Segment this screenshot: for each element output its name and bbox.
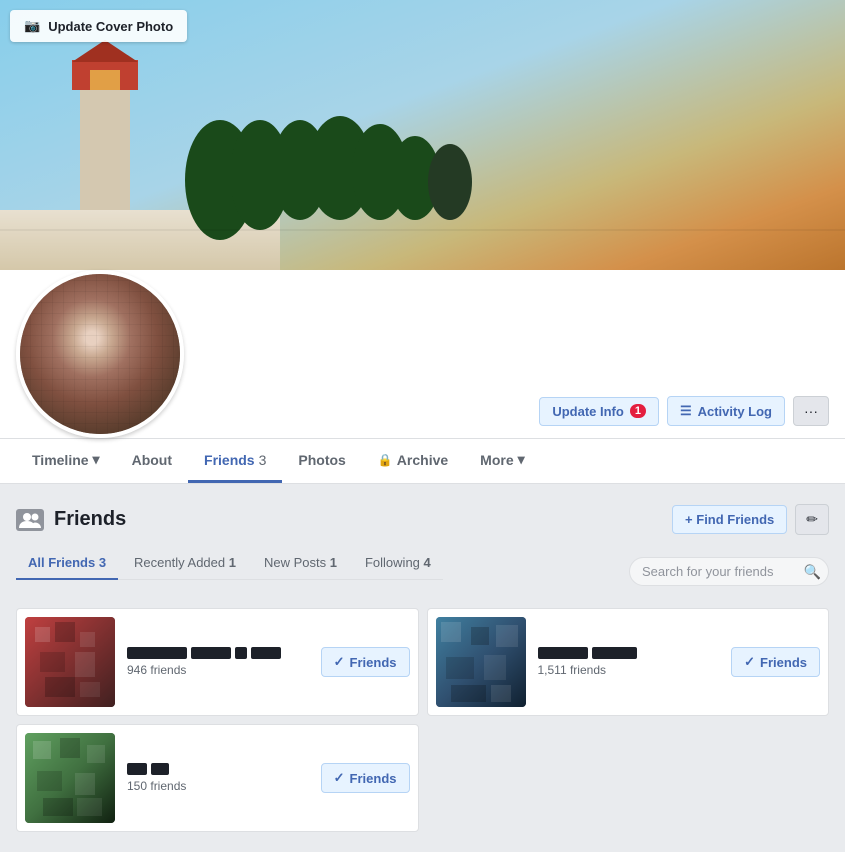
friend-btn-label-1: Friends [350, 655, 397, 670]
friend-name-block [127, 647, 187, 659]
friends-icon [16, 509, 44, 531]
more-chevron-icon: ▾ [518, 451, 525, 468]
tab-about-label: About [132, 452, 172, 468]
friend-button-2[interactable]: ✓ Friends [731, 647, 820, 677]
friends-header: Friends + Find Friends ✏ [16, 504, 829, 535]
friend-button-3[interactable]: ✓ Friends [321, 763, 410, 793]
tab-archive-label: Archive [397, 452, 448, 468]
friend-card-2: 1,511 friends ✓ Friends [427, 608, 830, 716]
cover-photo-area: 📷 Update Cover Photo [0, 0, 845, 310]
friend-name-block [538, 647, 588, 659]
friend-name-3 [127, 763, 309, 775]
update-info-badge: 1 [630, 404, 646, 418]
dots-icon: ··· [804, 403, 818, 419]
update-info-button[interactable]: Update Info 1 [539, 397, 659, 426]
profile-nav-tabs: Timeline ▾ About Friends 3 Photos 🔒 Arch… [0, 438, 845, 483]
friends-grid: 946 friends ✓ Friends [16, 608, 829, 832]
chevron-down-icon: ▾ [93, 451, 100, 468]
profile-avatar[interactable] [16, 270, 184, 438]
cover-photo-image [0, 0, 845, 310]
friend-avatar-1[interactable] [25, 617, 115, 707]
subtab-recently-added-label: Recently Added [134, 555, 225, 570]
subtab-all-friends[interactable]: All Friends 3 [16, 547, 118, 580]
tab-more[interactable]: More ▾ [464, 439, 540, 483]
friend-btn-label-2: Friends [760, 655, 807, 670]
subtabs-search-row: All Friends 3 Recently Added 1 New Posts… [16, 547, 829, 596]
checkmark-icon-3: ✓ [334, 770, 345, 786]
friend-card-3: 150 friends ✓ Friends [16, 724, 419, 832]
subtab-following[interactable]: Following 4 [353, 547, 443, 580]
friend-button-1[interactable]: ✓ Friends [321, 647, 410, 677]
friend-avatar-3[interactable] [25, 733, 115, 823]
tab-friends-label: Friends [204, 452, 255, 468]
edit-icon: ✏ [806, 511, 818, 527]
friends-subtabs: All Friends 3 Recently Added 1 New Posts… [16, 547, 443, 580]
tab-more-label: More [480, 452, 513, 468]
friend-count-2: 1,511 friends [538, 663, 720, 677]
profile-info-bar: Update Info 1 ☰ Activity Log ··· [0, 270, 845, 438]
list-icon: ☰ [680, 403, 692, 419]
friend-info-1: 946 friends [127, 647, 309, 677]
main-content: Friends + Find Friends ✏ All Friends 3 R… [0, 504, 845, 832]
tab-timeline-label: Timeline [32, 452, 89, 468]
friends-search-wrapper: 🔍 [629, 557, 829, 586]
friend-btn-label-3: Friends [350, 771, 397, 786]
subtab-new-posts-label: New Posts [264, 555, 326, 570]
search-icon: 🔍 [804, 563, 821, 579]
friend-count-3: 150 friends [127, 779, 309, 793]
update-info-label: Update Info [552, 404, 624, 419]
update-cover-photo-label: Update Cover Photo [48, 19, 173, 34]
friend-name-block [127, 763, 147, 775]
tab-friends-count: 3 [259, 452, 267, 468]
subtab-recently-added-count: 1 [229, 555, 236, 570]
update-cover-photo-button[interactable]: 📷 Update Cover Photo [10, 10, 187, 42]
friends-section-title: Friends [54, 508, 126, 531]
friend-count-1: 946 friends [127, 663, 309, 677]
friend-name-1 [127, 647, 309, 659]
profile-action-buttons: Update Info 1 ☰ Activity Log ··· [539, 396, 829, 438]
friends-search-input[interactable] [629, 557, 829, 586]
friend-name-block [251, 647, 281, 659]
avatar-wrapper [16, 270, 184, 438]
subtab-all-count: 3 [99, 555, 106, 570]
subtab-new-posts-count: 1 [330, 555, 337, 570]
friend-name-2 [538, 647, 720, 659]
edit-friends-button[interactable]: ✏ [795, 504, 829, 535]
friends-title: Friends [16, 508, 126, 531]
subtab-new-posts[interactable]: New Posts 1 [252, 547, 349, 580]
friend-name-block [191, 647, 231, 659]
friend-info-3: 150 friends [127, 763, 309, 793]
subtab-recently-added[interactable]: Recently Added 1 [122, 547, 248, 580]
checkmark-icon-2: ✓ [744, 654, 755, 670]
checkmark-icon-1: ✓ [334, 654, 345, 670]
profile-section: Update Info 1 ☰ Activity Log ··· Timelin… [0, 270, 845, 484]
tab-photos-label: Photos [298, 452, 345, 468]
friend-name-block [592, 647, 637, 659]
tab-photos[interactable]: Photos [282, 440, 361, 483]
friend-name-block [235, 647, 247, 659]
friend-card-1: 946 friends ✓ Friends [16, 608, 419, 716]
find-friends-label: + Find Friends [685, 512, 774, 527]
tab-timeline[interactable]: Timeline ▾ [16, 439, 116, 483]
search-icon-button[interactable]: 🔍 [804, 563, 821, 580]
friend-name-block [151, 763, 169, 775]
tab-friends[interactable]: Friends 3 [188, 440, 282, 483]
friend-avatar-2[interactable] [436, 617, 526, 707]
activity-log-button[interactable]: ☰ Activity Log [667, 396, 785, 426]
camera-icon: 📷 [24, 18, 40, 34]
tab-archive[interactable]: 🔒 Archive [362, 440, 464, 483]
activity-log-label: Activity Log [698, 404, 772, 419]
subtab-following-count: 4 [424, 555, 431, 570]
lock-icon: 🔒 [378, 453, 393, 467]
subtab-following-label: Following [365, 555, 420, 570]
more-options-button[interactable]: ··· [793, 396, 829, 426]
find-friends-button[interactable]: + Find Friends [672, 505, 787, 534]
friends-actions: + Find Friends ✏ [672, 504, 829, 535]
friend-info-2: 1,511 friends [538, 647, 720, 677]
subtab-all-label: All Friends [28, 555, 95, 570]
tab-about[interactable]: About [116, 440, 188, 483]
